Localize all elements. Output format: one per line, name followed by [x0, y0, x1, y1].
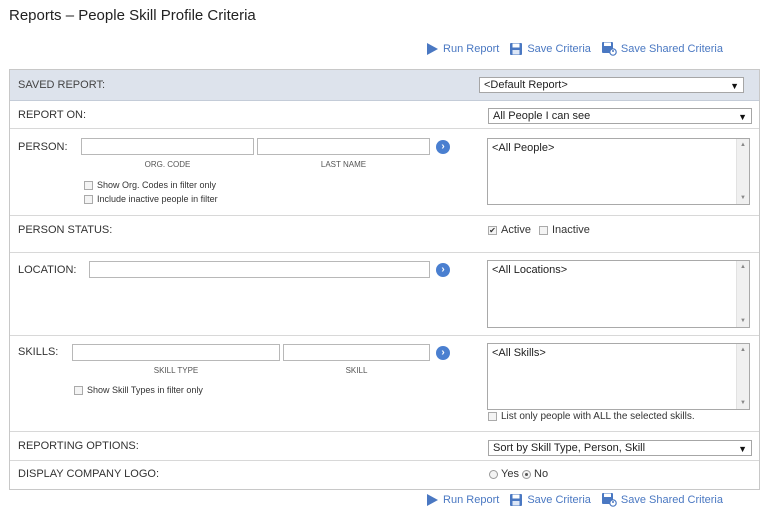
- skill-type-caption: SKILL TYPE: [153, 366, 199, 375]
- person-row: PERSON: ORG. CODE LAST NAME › Show Org. …: [10, 129, 759, 216]
- last-name-input[interactable]: [257, 138, 430, 155]
- show-skill-types-label: Show Skill Types in filter only: [87, 385, 203, 395]
- person-label: PERSON:: [18, 141, 68, 153]
- location-label: LOCATION:: [18, 264, 77, 276]
- saved-report-select[interactable]: <Default Report> ▼: [479, 77, 744, 93]
- saved-report-value: <Default Report>: [484, 79, 568, 91]
- checkbox-box[interactable]: [539, 225, 548, 235]
- scroll-down-icon[interactable]: ▼: [740, 400, 746, 406]
- checkbox-box[interactable]: [84, 180, 93, 190]
- skills-label: SKILLS:: [18, 346, 59, 358]
- company-logo-row: DISPLAY COMPANY LOGO: Yes No: [10, 461, 759, 490]
- show-skill-types-checkbox[interactable]: Show Skill Types in filter only: [74, 385, 203, 395]
- reporting-options-row: REPORTING OPTIONS: Sort by Skill Type, P…: [10, 432, 759, 461]
- list-item[interactable]: <All Skills>: [492, 347, 745, 359]
- skill-input[interactable]: [283, 344, 430, 361]
- person-status-label: PERSON STATUS:: [18, 224, 113, 236]
- report-on-value: All People I can see: [493, 110, 591, 122]
- scrollbar[interactable]: ▲ ▼: [736, 261, 749, 327]
- play-icon: [427, 42, 439, 55]
- floppy-disk-icon: [510, 42, 523, 55]
- save-criteria-label: Save Criteria: [527, 42, 591, 55]
- report-on-row: REPORT ON: All People I can see ▼: [10, 101, 759, 129]
- radio-button-selected[interactable]: [522, 469, 531, 479]
- scrollbar[interactable]: ▲ ▼: [736, 139, 749, 204]
- play-icon: [427, 493, 439, 506]
- shared-floppy-icon: [601, 42, 617, 56]
- save-shared-criteria-label: Save Shared Criteria: [620, 493, 723, 506]
- people-listbox[interactable]: <All People> ▲ ▼: [487, 138, 750, 205]
- logo-no-label: No: [534, 468, 549, 480]
- list-item[interactable]: <All People>: [492, 142, 745, 154]
- save-criteria-label: Save Criteria: [527, 493, 591, 506]
- logo-yes-label: Yes: [501, 468, 519, 480]
- scroll-up-icon[interactable]: ▲: [740, 264, 746, 270]
- dropdown-arrow-icon: ▼: [730, 81, 739, 91]
- skills-row: SKILLS: SKILL TYPE SKILL › Show Skill Ty…: [10, 336, 759, 432]
- floppy-disk-icon: [510, 493, 523, 506]
- reporting-options-select[interactable]: Sort by Skill Type, Person, Skill ▼: [488, 440, 752, 456]
- last-name-caption: LAST NAME: [320, 160, 367, 169]
- radio-button[interactable]: [489, 469, 498, 479]
- report-on-label: REPORT ON:: [18, 109, 87, 121]
- scroll-down-icon[interactable]: ▼: [740, 318, 746, 324]
- checkbox-checked-box[interactable]: ✔: [488, 225, 497, 235]
- location-row: LOCATION: › <All Locations> ▲ ▼: [10, 253, 759, 336]
- inactive-checkbox[interactable]: Inactive: [539, 224, 590, 236]
- reporting-options-value: Sort by Skill Type, Person, Skill: [493, 442, 646, 454]
- checkbox-box[interactable]: [74, 385, 83, 395]
- shared-floppy-icon: [601, 493, 617, 507]
- save-shared-criteria-button[interactable]: Save Shared Criteria: [601, 492, 723, 507]
- toolbar-bottom: Run Report Save Criteria Save Shared Cri…: [426, 492, 723, 507]
- run-report-label: Run Report: [443, 493, 500, 506]
- dropdown-arrow-icon: ▼: [738, 112, 747, 122]
- run-report-button[interactable]: Run Report: [426, 42, 499, 56]
- checkbox-box[interactable]: [84, 194, 93, 204]
- list-item[interactable]: <All Locations>: [492, 264, 745, 276]
- show-org-codes-checkbox[interactable]: Show Org. Codes in filter only: [84, 180, 216, 190]
- logo-yes-radio[interactable]: Yes: [489, 468, 519, 480]
- reporting-options-label: REPORTING OPTIONS:: [18, 440, 139, 452]
- location-go-icon[interactable]: ›: [436, 263, 450, 277]
- scroll-up-icon[interactable]: ▲: [740, 142, 746, 148]
- skills-go-icon[interactable]: ›: [436, 346, 450, 360]
- saved-report-label: SAVED REPORT:: [18, 79, 106, 91]
- locations-listbox[interactable]: <All Locations> ▲ ▼: [487, 260, 750, 328]
- include-inactive-label: Include inactive people in filter: [97, 194, 218, 204]
- org-code-input[interactable]: [81, 138, 254, 155]
- report-on-select[interactable]: All People I can see ▼: [488, 108, 752, 124]
- skill-type-input[interactable]: [72, 344, 280, 361]
- list-all-selected-checkbox[interactable]: List only people with ALL the selected s…: [488, 411, 695, 422]
- list-all-selected-label: List only people with ALL the selected s…: [501, 411, 695, 422]
- toolbar-top: Run Report Save Criteria Save Shared Cri…: [426, 41, 723, 56]
- scrollbar[interactable]: ▲ ▼: [736, 344, 749, 409]
- run-report-label: Run Report: [443, 42, 500, 55]
- show-org-codes-label: Show Org. Codes in filter only: [97, 180, 217, 190]
- active-checkbox[interactable]: ✔ Active: [488, 224, 531, 236]
- scroll-up-icon[interactable]: ▲: [740, 347, 746, 353]
- save-criteria-button[interactable]: Save Criteria: [509, 42, 591, 56]
- save-shared-criteria-button[interactable]: Save Shared Criteria: [601, 41, 723, 56]
- checkbox-box[interactable]: [488, 412, 497, 421]
- include-inactive-checkbox[interactable]: Include inactive people in filter: [84, 194, 218, 204]
- skill-caption: SKILL: [345, 366, 368, 375]
- page-title: Reports – People Skill Profile Criteria: [9, 7, 256, 24]
- location-input[interactable]: [89, 261, 430, 278]
- criteria-panel: SAVED REPORT: <Default Report> ▼ REPORT …: [9, 69, 760, 490]
- skills-listbox[interactable]: <All Skills> ▲ ▼: [487, 343, 750, 410]
- logo-no-radio[interactable]: No: [522, 468, 548, 480]
- active-label: Active: [501, 224, 531, 236]
- person-go-icon[interactable]: ›: [436, 140, 450, 154]
- org-code-caption: ORG. CODE: [144, 160, 191, 169]
- company-logo-label: DISPLAY COMPANY LOGO:: [18, 468, 160, 480]
- save-shared-criteria-label: Save Shared Criteria: [620, 42, 723, 55]
- saved-report-row: SAVED REPORT: <Default Report> ▼: [10, 70, 759, 101]
- scroll-down-icon[interactable]: ▼: [740, 195, 746, 201]
- save-criteria-button[interactable]: Save Criteria: [509, 493, 591, 507]
- person-status-row: PERSON STATUS: ✔ Active Inactive: [10, 216, 759, 253]
- dropdown-arrow-icon: ▼: [738, 444, 747, 454]
- inactive-label: Inactive: [552, 224, 590, 236]
- run-report-button[interactable]: Run Report: [426, 493, 499, 507]
